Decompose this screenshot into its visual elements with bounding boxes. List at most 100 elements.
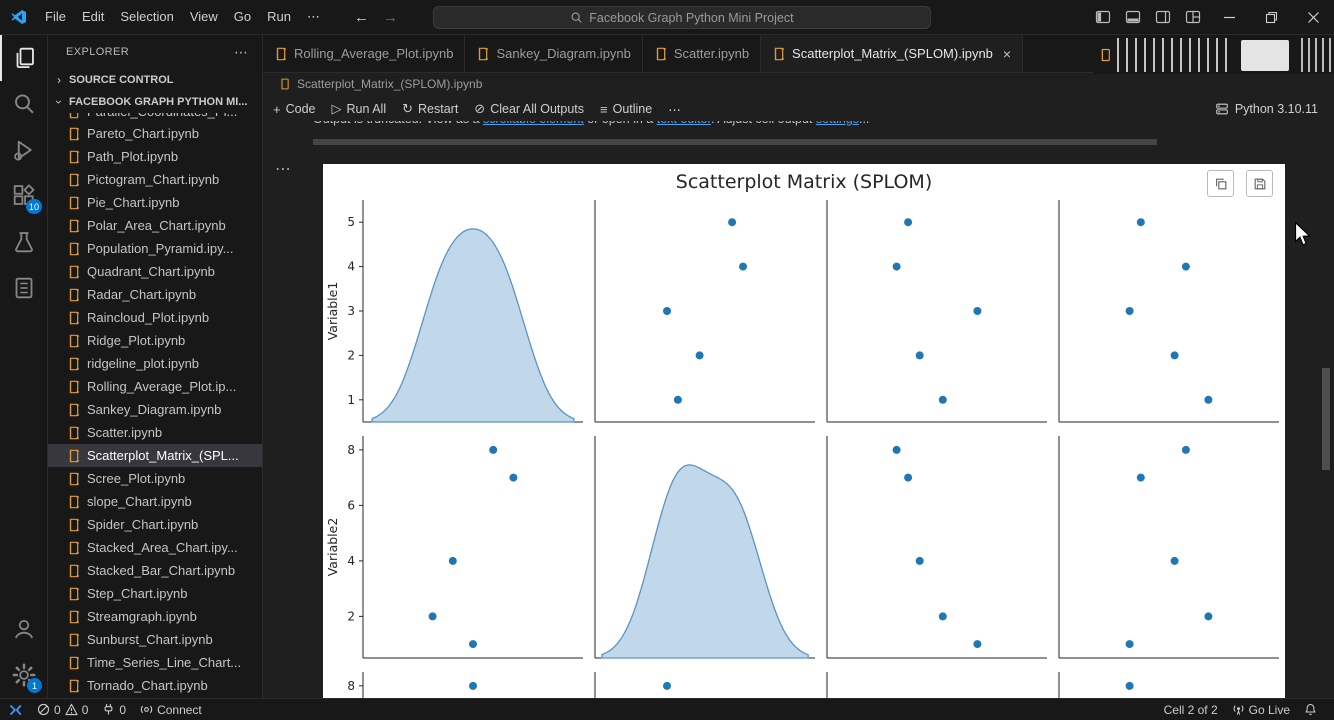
tree-item[interactable]: Stacked_Bar_Chart.ipynb xyxy=(48,559,262,582)
save-output-button[interactable] xyxy=(1246,170,1273,197)
activity-notebook[interactable] xyxy=(0,265,48,311)
tree-item[interactable]: Scatterplot_Matrix_(SPL... xyxy=(48,444,262,467)
search-icon xyxy=(571,12,583,23)
tab-close-icon[interactable]: × xyxy=(1003,46,1011,62)
clear-outputs-button[interactable]: ⊘ Clear All Outputs xyxy=(474,101,584,117)
activity-accounts[interactable] xyxy=(0,606,48,652)
svg-text:8: 8 xyxy=(347,679,355,693)
minimize-button[interactable] xyxy=(1208,0,1250,34)
run-all-button[interactable]: ▷ Run All xyxy=(331,101,386,117)
file-name: slope_Chart.ipynb xyxy=(87,494,192,509)
section-workspace[interactable]: › FACEBOOK GRAPH PYTHON MI... xyxy=(48,91,262,113)
file-name: Stacked_Area_Chart.ipy... xyxy=(87,540,238,555)
connect-button[interactable]: Connect xyxy=(133,699,209,720)
menu-item[interactable]: ⋯ xyxy=(299,5,328,29)
settings-link[interactable]: settings xyxy=(816,121,859,126)
customize-layout-icon[interactable] xyxy=(1178,0,1208,34)
tree-item[interactable]: Sankey_Diagram.ipynb xyxy=(48,398,262,421)
ellipsis-icon: ⋯ xyxy=(668,102,681,117)
tree-item[interactable]: Spider_Chart.ipynb xyxy=(48,513,262,536)
tree-item[interactable]: Tornado_Chart.ipynb xyxy=(48,674,262,697)
tree-item[interactable]: Radar_Chart.ipynb xyxy=(48,283,262,306)
breadcrumb[interactable]: Scatterplot_Matrix_(SPLOM).ipynb xyxy=(263,73,1334,95)
menu-item[interactable]: File xyxy=(37,5,74,29)
tree-item[interactable]: Polar_Area_Chart.ipynb xyxy=(48,214,262,237)
restart-button[interactable]: ↻ Restart xyxy=(402,101,458,117)
extensions-badge: 10 xyxy=(25,199,42,214)
menu-item[interactable]: Run xyxy=(259,5,299,29)
activity-search[interactable] xyxy=(0,81,48,127)
editor-tab[interactable]: Scatterplot_Matrix_(SPLOM).ipynb × xyxy=(761,35,1024,72)
explorer-actions-icon[interactable]: ⋯ xyxy=(234,44,248,61)
tree-item[interactable]: ridgeline_plot.ipynb xyxy=(48,352,262,375)
tree-item[interactable]: Scatter.ipynb xyxy=(48,421,262,444)
menu-item[interactable]: Selection xyxy=(112,5,181,29)
cell-menu-icon[interactable]: ⋯ xyxy=(275,159,292,179)
forward-icon[interactable]: → xyxy=(383,9,398,26)
tree-item[interactable]: Stacked_Area_Chart.ipy... xyxy=(48,536,262,559)
more-actions-button[interactable]: ⋯ xyxy=(668,102,681,117)
explorer-header: EXPLORER ⋯ xyxy=(48,35,262,69)
tree-item[interactable]: Streamgraph.ipynb xyxy=(48,605,262,628)
notifications-bell[interactable] xyxy=(1297,699,1324,720)
editor-tab[interactable]: Rolling_Average_Plot.ipynb × xyxy=(263,35,466,72)
tree-item[interactable]: Population_Pyramid.ipy... xyxy=(48,237,262,260)
tree-item[interactable]: Time_Series_Line_Chart... xyxy=(48,651,262,674)
cell-indicator[interactable]: Cell 2 of 2 xyxy=(1157,699,1225,720)
tree-item[interactable]: Raincloud_Plot.ipynb xyxy=(48,306,262,329)
notebook-file-icon xyxy=(69,656,79,669)
tree-item[interactable]: Scree_Plot.ipynb xyxy=(48,467,262,490)
remote-indicator[interactable] xyxy=(0,699,30,720)
section-source-control[interactable]: › SOURCE CONTROL xyxy=(48,69,262,91)
section-label: SOURCE CONTROL xyxy=(69,74,174,86)
svg-text:4: 4 xyxy=(347,554,355,568)
activity-extensions[interactable]: 10 xyxy=(0,173,48,219)
activity-testing[interactable] xyxy=(0,219,48,265)
titlebar-controls xyxy=(1088,0,1334,34)
tree-item[interactable]: Pie_Chart.ipynb xyxy=(48,191,262,214)
restore-button[interactable] xyxy=(1250,0,1292,34)
command-center-search[interactable]: Facebook Graph Python Mini Project xyxy=(432,6,931,29)
kernel-picker[interactable]: Python 3.10.11 xyxy=(1215,102,1334,116)
problems-indicator[interactable]: 0 0 xyxy=(30,699,95,720)
tree-item[interactable]: Ridge_Plot.ipynb xyxy=(48,329,262,352)
horizontal-scrollbar[interactable] xyxy=(313,139,1157,145)
editor-tab[interactable]: Scatter.ipynb × xyxy=(642,35,762,72)
notebook-file-icon xyxy=(69,610,79,623)
activity-settings[interactable]: 1 xyxy=(0,652,48,698)
menu-item[interactable]: Edit xyxy=(74,5,112,29)
toggle-panel-icon[interactable] xyxy=(1118,0,1148,34)
notebook-file-icon xyxy=(69,173,79,186)
file-name: Tornado_Chart.ipynb xyxy=(87,678,208,693)
tree-item[interactable]: Rolling_Average_Plot.ip... xyxy=(48,375,262,398)
outline-button[interactable]: ≡ Outline xyxy=(600,102,652,117)
tree-item[interactable]: Quadrant_Chart.ipynb xyxy=(48,260,262,283)
tab-decoration-block xyxy=(1240,39,1290,71)
tree-item[interactable]: slope_Chart.ipynb xyxy=(48,490,262,513)
editor-tab[interactable]: Sankey_Diagram.ipynb × xyxy=(465,35,643,72)
toggle-secondary-sidebar-icon[interactable] xyxy=(1148,0,1178,34)
file-name: Spider_Chart.ipynb xyxy=(87,517,199,532)
tree-item-clipped[interactable]: Parallel_Coordinates_Pl... xyxy=(48,113,262,122)
activity-explorer[interactable] xyxy=(0,35,48,81)
toggle-sidebar-icon[interactable] xyxy=(1088,0,1118,34)
file-name: Streamgraph.ipynb xyxy=(87,609,197,624)
vertical-scrollbar[interactable] xyxy=(1322,368,1330,470)
explorer-title: EXPLORER xyxy=(66,46,130,58)
ports-indicator[interactable]: 0 xyxy=(95,699,133,720)
back-icon[interactable]: ← xyxy=(354,9,369,26)
add-code-cell-button[interactable]: + Code xyxy=(273,102,315,117)
copy-output-button[interactable] xyxy=(1207,170,1234,197)
menu-item[interactable]: View xyxy=(182,5,226,29)
activity-run-debug[interactable] xyxy=(0,127,48,173)
tree-item[interactable]: Pictogram_Chart.ipynb xyxy=(48,168,262,191)
scrollable-element-link[interactable]: scrollable element xyxy=(483,121,584,126)
menu-item[interactable]: Go xyxy=(226,5,259,29)
go-live-button[interactable]: Go Live xyxy=(1225,699,1297,720)
close-window-button[interactable] xyxy=(1292,0,1334,34)
tree-item[interactable]: Sunburst_Chart.ipynb xyxy=(48,628,262,651)
tree-item[interactable]: Path_Plot.ipynb xyxy=(48,145,262,168)
text-editor-link[interactable]: text editor xyxy=(657,121,711,126)
tree-item[interactable]: Pareto_Chart.ipynb xyxy=(48,122,262,145)
tree-item[interactable]: Step_Chart.ipynb xyxy=(48,582,262,605)
